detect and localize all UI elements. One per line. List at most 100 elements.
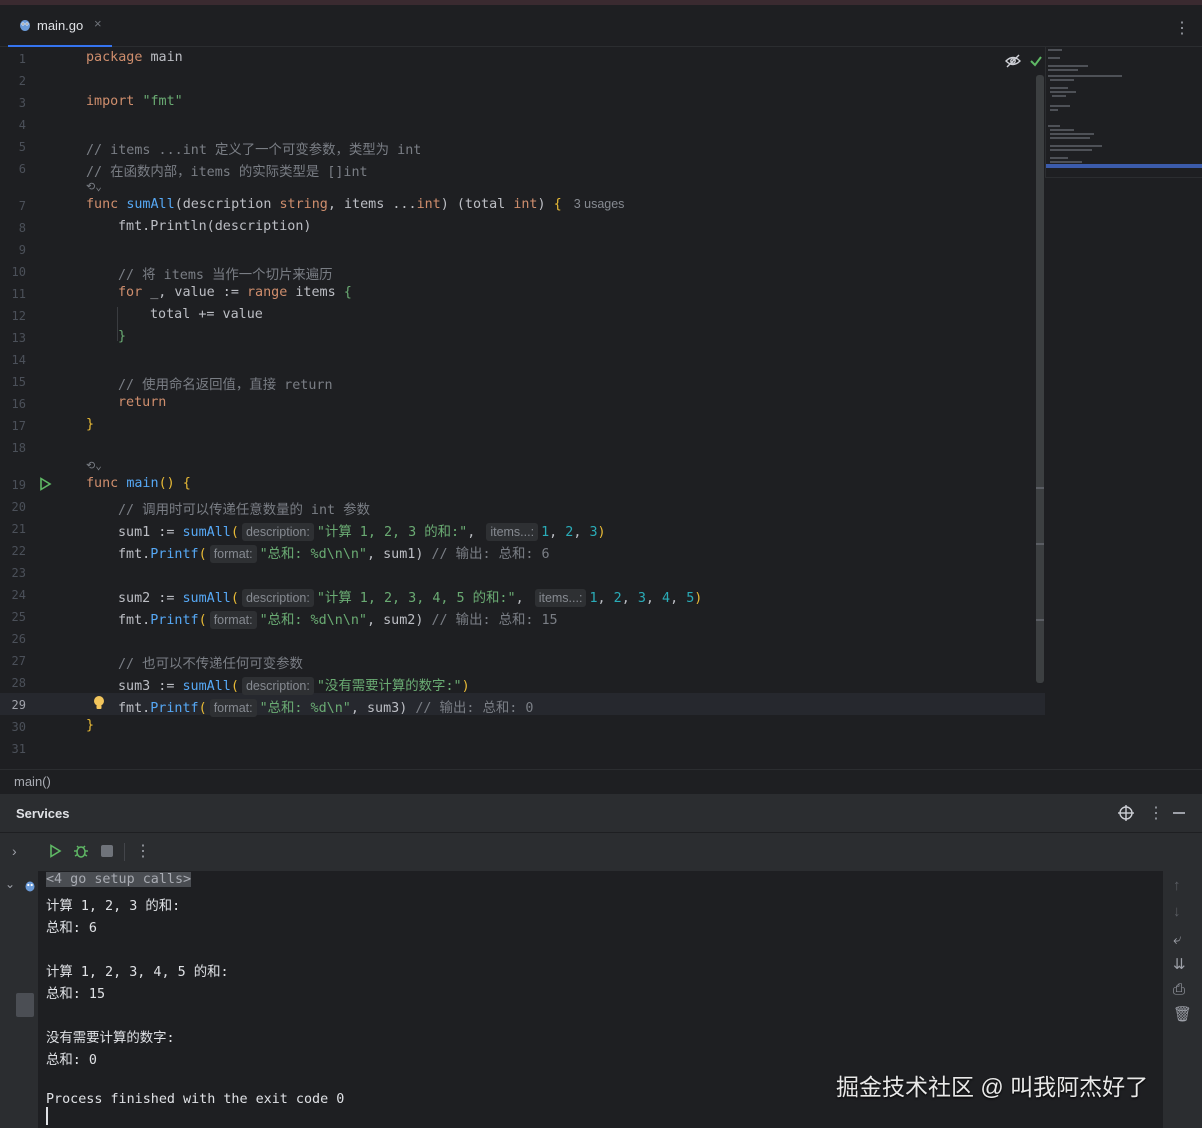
- keyword: for: [118, 285, 143, 300]
- function-call: Printf: [150, 547, 199, 562]
- line-number: 22: [11, 544, 26, 558]
- arrow-down-icon[interactable]: ↓: [1173, 903, 1181, 920]
- go-run-config-icon[interactable]: [24, 879, 36, 897]
- scroll-to-end-icon[interactable]: ⇊: [1173, 955, 1186, 973]
- stop-icon[interactable]: [101, 845, 113, 857]
- text-cursor: [46, 1107, 48, 1125]
- trash-icon[interactable]: 🗑: [1173, 1005, 1192, 1023]
- param-hint: format:: [209, 545, 257, 563]
- function-name: main: [126, 476, 159, 491]
- watermark: 掘金技术社区 @ 叫我阿杰好了: [836, 1074, 1149, 1100]
- string-literal: "计算 1, 2, 3, 4, 5 的和:": [316, 591, 516, 606]
- number-literal: 4: [662, 591, 671, 606]
- setup-calls-fold[interactable]: <4 go setup calls>: [46, 872, 192, 887]
- code-token: ) (total: [440, 197, 514, 212]
- line-number: 3: [18, 96, 26, 110]
- line-number: 16: [11, 397, 26, 411]
- fold-toggle-icon[interactable]: ⟲⌄: [86, 180, 102, 193]
- code-token: , sum2): [367, 613, 432, 628]
- code-line-29: fmt.Printf(format: "总和: %d\n", sum3) // 输…: [118, 699, 534, 717]
- code-line-3: import "fmt": [86, 94, 183, 109]
- code-line-13: }: [118, 329, 127, 344]
- code-line-24: sum2 := sumAll(description: "计算 1, 2, 3, …: [118, 589, 703, 607]
- type-token: int: [416, 197, 441, 212]
- console-line: 总和: 15: [46, 987, 106, 1002]
- type-token: string: [279, 197, 328, 212]
- debug-icon[interactable]: [73, 843, 89, 864]
- code-line-28: sum3 := sumAll(description: "没有需要计算的数字:"): [118, 677, 470, 695]
- inspection-ok-icon[interactable]: [1029, 53, 1043, 72]
- run-gutter-icon[interactable]: [38, 476, 52, 495]
- usages-hint[interactable]: 3 usages: [574, 197, 625, 211]
- code-line-15: // 使用命名返回值，直接 return: [118, 378, 333, 393]
- code-line-10: // 将 items 当作一个切片来遍历: [118, 268, 333, 283]
- tab-main-go[interactable]: main.go ×: [8, 5, 112, 47]
- code-token: sum1 :=: [118, 525, 183, 540]
- console-line: Process finished with the exit code 0: [46, 1092, 345, 1107]
- services-panel-header: Services ⋮: [0, 794, 1202, 833]
- services-tree[interactable]: › ⌄: [0, 833, 38, 1128]
- line-number: 6: [18, 162, 26, 176]
- line-number: 28: [11, 676, 26, 690]
- reader-mode-icon[interactable]: [1005, 53, 1021, 72]
- keyword: package: [86, 50, 143, 65]
- line-number: 31: [11, 742, 26, 756]
- lightbulb-icon[interactable]: [92, 695, 106, 715]
- breadcrumb-main[interactable]: main(): [14, 774, 51, 789]
- minimap[interactable]: [1045, 47, 1202, 178]
- number-literal: 2: [613, 591, 622, 606]
- code-line-21: sum1 := sumAll(description: "计算 1, 2, 3 的…: [118, 523, 606, 541]
- line-number: 24: [11, 588, 26, 602]
- line-number: 2: [18, 74, 26, 88]
- line-number: 18: [11, 441, 26, 455]
- chevron-down-icon[interactable]: ⌄: [5, 877, 15, 891]
- target-icon[interactable]: [1118, 805, 1134, 826]
- minimize-icon[interactable]: [1173, 812, 1185, 814]
- line-number: 17: [11, 419, 26, 433]
- function-call: sumAll: [182, 525, 231, 540]
- paren: (): [158, 476, 175, 491]
- more-icon[interactable]: ⋮: [1148, 803, 1164, 823]
- scroll-marker: [1036, 543, 1044, 545]
- brace: {: [182, 476, 191, 491]
- line-number: 12: [11, 309, 26, 323]
- function-call: Printf: [150, 701, 199, 716]
- param-hint: format:: [209, 699, 257, 717]
- keyword: import: [86, 94, 135, 109]
- code-token: , sum1): [367, 547, 432, 562]
- paren: ): [694, 591, 703, 606]
- code-line-25: fmt.Printf(format: "总和: %d\n\n", sum2) //…: [118, 611, 558, 629]
- number-literal: 3: [637, 591, 646, 606]
- run-icon[interactable]: [48, 844, 62, 863]
- line-number: 27: [11, 654, 26, 668]
- editor-scrollbar[interactable]: [1036, 75, 1044, 683]
- number-literal: 3: [589, 525, 598, 540]
- more-icon[interactable]: ⋮: [1174, 18, 1190, 38]
- console-line: 总和: 6: [46, 921, 97, 936]
- comment: // 输出: 总和: 0: [415, 701, 534, 716]
- code-token: (description: [174, 197, 280, 212]
- go-file-icon: [18, 18, 32, 37]
- breadcrumb[interactable]: main(): [0, 769, 1202, 794]
- services-title: Services: [16, 806, 70, 821]
- code-line-6: // 在函数内部，items 的实际类型是 []int: [86, 165, 368, 180]
- more-icon[interactable]: ⋮: [135, 841, 151, 861]
- line-number: 13: [11, 331, 26, 345]
- line-number: 4: [18, 118, 26, 132]
- function-call: sumAll: [182, 591, 231, 606]
- function-call: sumAll: [182, 679, 231, 694]
- print-icon[interactable]: ⎙: [1173, 981, 1185, 998]
- code-editor[interactable]: 1 2 3 4 5 6 7 8 9 10 11 12 13 14 15 16 1…: [0, 47, 1202, 768]
- arrow-up-icon[interactable]: ↑: [1173, 877, 1181, 894]
- soft-wrap-icon[interactable]: ⤶: [1173, 931, 1181, 948]
- function-name: sumAll: [126, 197, 175, 212]
- scroll-marker: [1036, 619, 1044, 621]
- code-token: , items ...: [327, 197, 417, 212]
- code-line-11: for _, value := range items {: [118, 285, 352, 300]
- close-icon[interactable]: ×: [94, 16, 102, 31]
- fold-toggle-icon[interactable]: ⟲⌄: [86, 459, 102, 472]
- line-number: 23: [11, 566, 26, 580]
- code-line-7: func sumAll(description string, items ..…: [86, 197, 624, 212]
- chevron-right-icon[interactable]: ›: [12, 843, 17, 859]
- param-hint: description:: [241, 523, 314, 541]
